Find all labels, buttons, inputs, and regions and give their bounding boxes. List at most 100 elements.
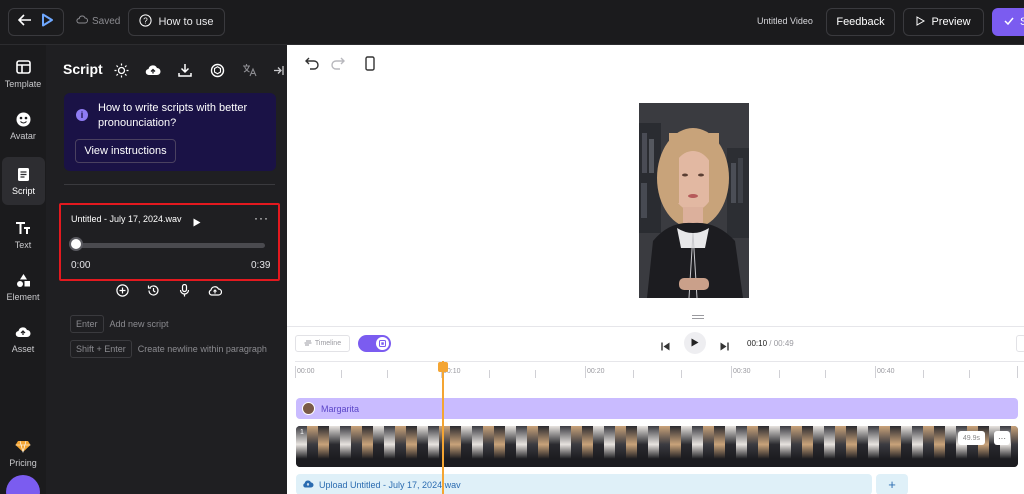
redo-icon[interactable] bbox=[331, 57, 345, 75]
chat-launcher[interactable] bbox=[6, 475, 40, 494]
video-frame-thumb bbox=[824, 426, 835, 467]
more-options-icon[interactable]: ··· bbox=[254, 211, 269, 225]
video-frame-thumb bbox=[802, 426, 813, 467]
rail-item-avatar[interactable]: Avatar bbox=[0, 102, 46, 150]
video-frame-thumb bbox=[703, 426, 714, 467]
avatar-icon bbox=[15, 111, 31, 127]
play-outline-icon bbox=[916, 15, 926, 29]
audio-current-time: 0:00 bbox=[71, 260, 91, 271]
video-frame-thumb bbox=[450, 426, 461, 467]
rail-item-element[interactable]: Element bbox=[0, 263, 46, 311]
video-frame-thumb bbox=[626, 426, 637, 467]
upload-track-label: Upload Untitled - July 17, 2024.wav bbox=[319, 479, 461, 490]
rail-item-asset[interactable]: Asset bbox=[0, 315, 46, 363]
audio-progress-knob[interactable] bbox=[69, 237, 83, 251]
video-frame-thumb bbox=[637, 426, 648, 467]
tick-mark bbox=[923, 370, 924, 378]
skip-back-icon[interactable] bbox=[661, 338, 670, 356]
play-icon[interactable] bbox=[193, 214, 201, 232]
video-frame-thumb bbox=[560, 426, 571, 467]
avatar-thumbnail bbox=[302, 402, 315, 415]
avatar-track-label: Margarita bbox=[321, 403, 360, 414]
rail-item-text[interactable]: Text bbox=[0, 211, 46, 259]
download-icon[interactable] bbox=[176, 61, 194, 79]
collapse-panel-icon[interactable] bbox=[273, 63, 284, 81]
playhead-handle[interactable] bbox=[438, 362, 448, 372]
template-icon bbox=[15, 59, 31, 75]
mobile-device-icon[interactable] bbox=[365, 56, 375, 76]
add-track-button[interactable]: + bbox=[876, 474, 908, 494]
submit-button[interactable]: S bbox=[992, 8, 1024, 36]
undo-icon[interactable] bbox=[305, 57, 319, 75]
video-title[interactable]: Untitled Video bbox=[757, 16, 813, 26]
microphone-icon[interactable] bbox=[177, 283, 191, 297]
feedback-button[interactable]: Feedback bbox=[826, 8, 895, 36]
cloud-upload-icon[interactable] bbox=[144, 61, 162, 79]
resize-handle[interactable] bbox=[692, 315, 704, 319]
rail-item-script[interactable]: Script bbox=[2, 157, 45, 205]
video-frame-thumb bbox=[791, 426, 802, 467]
avatar-track[interactable]: Margarita bbox=[296, 398, 1018, 419]
back-button[interactable] bbox=[8, 8, 64, 36]
duration-badge: 49.9s bbox=[957, 431, 985, 445]
ai-generate-icon[interactable] bbox=[208, 61, 226, 79]
element-icon bbox=[15, 272, 31, 288]
shortcut-key: Shift + Enter bbox=[70, 340, 132, 358]
avatar-video-preview[interactable] bbox=[639, 103, 749, 298]
check-icon bbox=[1004, 16, 1014, 28]
tick-mark bbox=[1017, 366, 1018, 378]
playhead[interactable] bbox=[442, 361, 444, 494]
brightness-icon[interactable] bbox=[112, 61, 130, 79]
pronunciation-tip-card: i How to write scripts with better prono… bbox=[64, 93, 276, 171]
rail-item-template[interactable]: Template bbox=[0, 50, 46, 98]
video-track[interactable]: 1 49.9s ··· bbox=[296, 426, 1018, 467]
app-logo-icon bbox=[40, 13, 54, 32]
timeline-play-button[interactable] bbox=[684, 332, 706, 354]
info-icon: i bbox=[76, 109, 88, 121]
timeline-mode-label: Timeline bbox=[314, 340, 342, 347]
track-index: 1 bbox=[300, 429, 304, 436]
shortcut-description: Add new script bbox=[109, 319, 169, 329]
snap-toggle[interactable] bbox=[358, 335, 391, 352]
audio-upload-track[interactable]: Upload Untitled - July 17, 2024.wav bbox=[296, 474, 872, 494]
audio-total-time: 0:39 bbox=[251, 260, 271, 271]
text-icon bbox=[15, 220, 31, 236]
track-more-icon[interactable]: ··· bbox=[994, 431, 1010, 445]
video-canvas bbox=[287, 45, 1024, 326]
script-panel: Script i How to write scripts with bette… bbox=[46, 45, 287, 494]
cloud-upload-icon bbox=[302, 479, 314, 490]
tick-mark bbox=[875, 366, 876, 378]
script-actions bbox=[115, 283, 222, 297]
view-instructions-button[interactable]: View instructions bbox=[75, 139, 176, 163]
time-separator: / bbox=[767, 339, 774, 348]
timeline-mode-button[interactable]: Timeline bbox=[295, 335, 350, 352]
skip-forward-icon[interactable] bbox=[720, 338, 729, 356]
tick-label: 00:20 bbox=[587, 368, 605, 375]
left-rail: Template Avatar Script Text Element Asse… bbox=[0, 45, 46, 494]
how-to-use-button[interactable]: ? How to use bbox=[128, 8, 225, 36]
tick-mark bbox=[633, 370, 634, 378]
video-frame-thumb bbox=[318, 426, 329, 467]
video-frame-thumb bbox=[582, 426, 593, 467]
tick-mark bbox=[295, 366, 296, 378]
time-ruler[interactable]: 00:00 00:10 00:20 00:30 00:40 bbox=[295, 361, 1024, 381]
tick-mark bbox=[341, 370, 342, 378]
add-circle-icon[interactable] bbox=[115, 283, 129, 297]
history-icon[interactable] bbox=[146, 283, 160, 297]
zoom-control[interactable] bbox=[1016, 335, 1024, 352]
rail-label: Avatar bbox=[10, 131, 36, 141]
video-frame-thumb bbox=[879, 426, 890, 467]
video-frame-thumb bbox=[714, 426, 725, 467]
tick-mark bbox=[969, 370, 970, 378]
translate-icon[interactable] bbox=[240, 61, 258, 79]
video-frame-thumb bbox=[747, 426, 758, 467]
tick-mark bbox=[387, 370, 388, 378]
rail-item-pricing[interactable]: Pricing bbox=[0, 429, 46, 477]
video-frame-thumb bbox=[549, 426, 560, 467]
cloud-upload-icon[interactable] bbox=[208, 283, 222, 297]
video-frame-thumb bbox=[538, 426, 549, 467]
audio-progress-track[interactable] bbox=[76, 243, 265, 248]
video-frame-thumb bbox=[857, 426, 868, 467]
preview-button[interactable]: Preview bbox=[903, 8, 984, 36]
video-frame-thumb bbox=[505, 426, 516, 467]
